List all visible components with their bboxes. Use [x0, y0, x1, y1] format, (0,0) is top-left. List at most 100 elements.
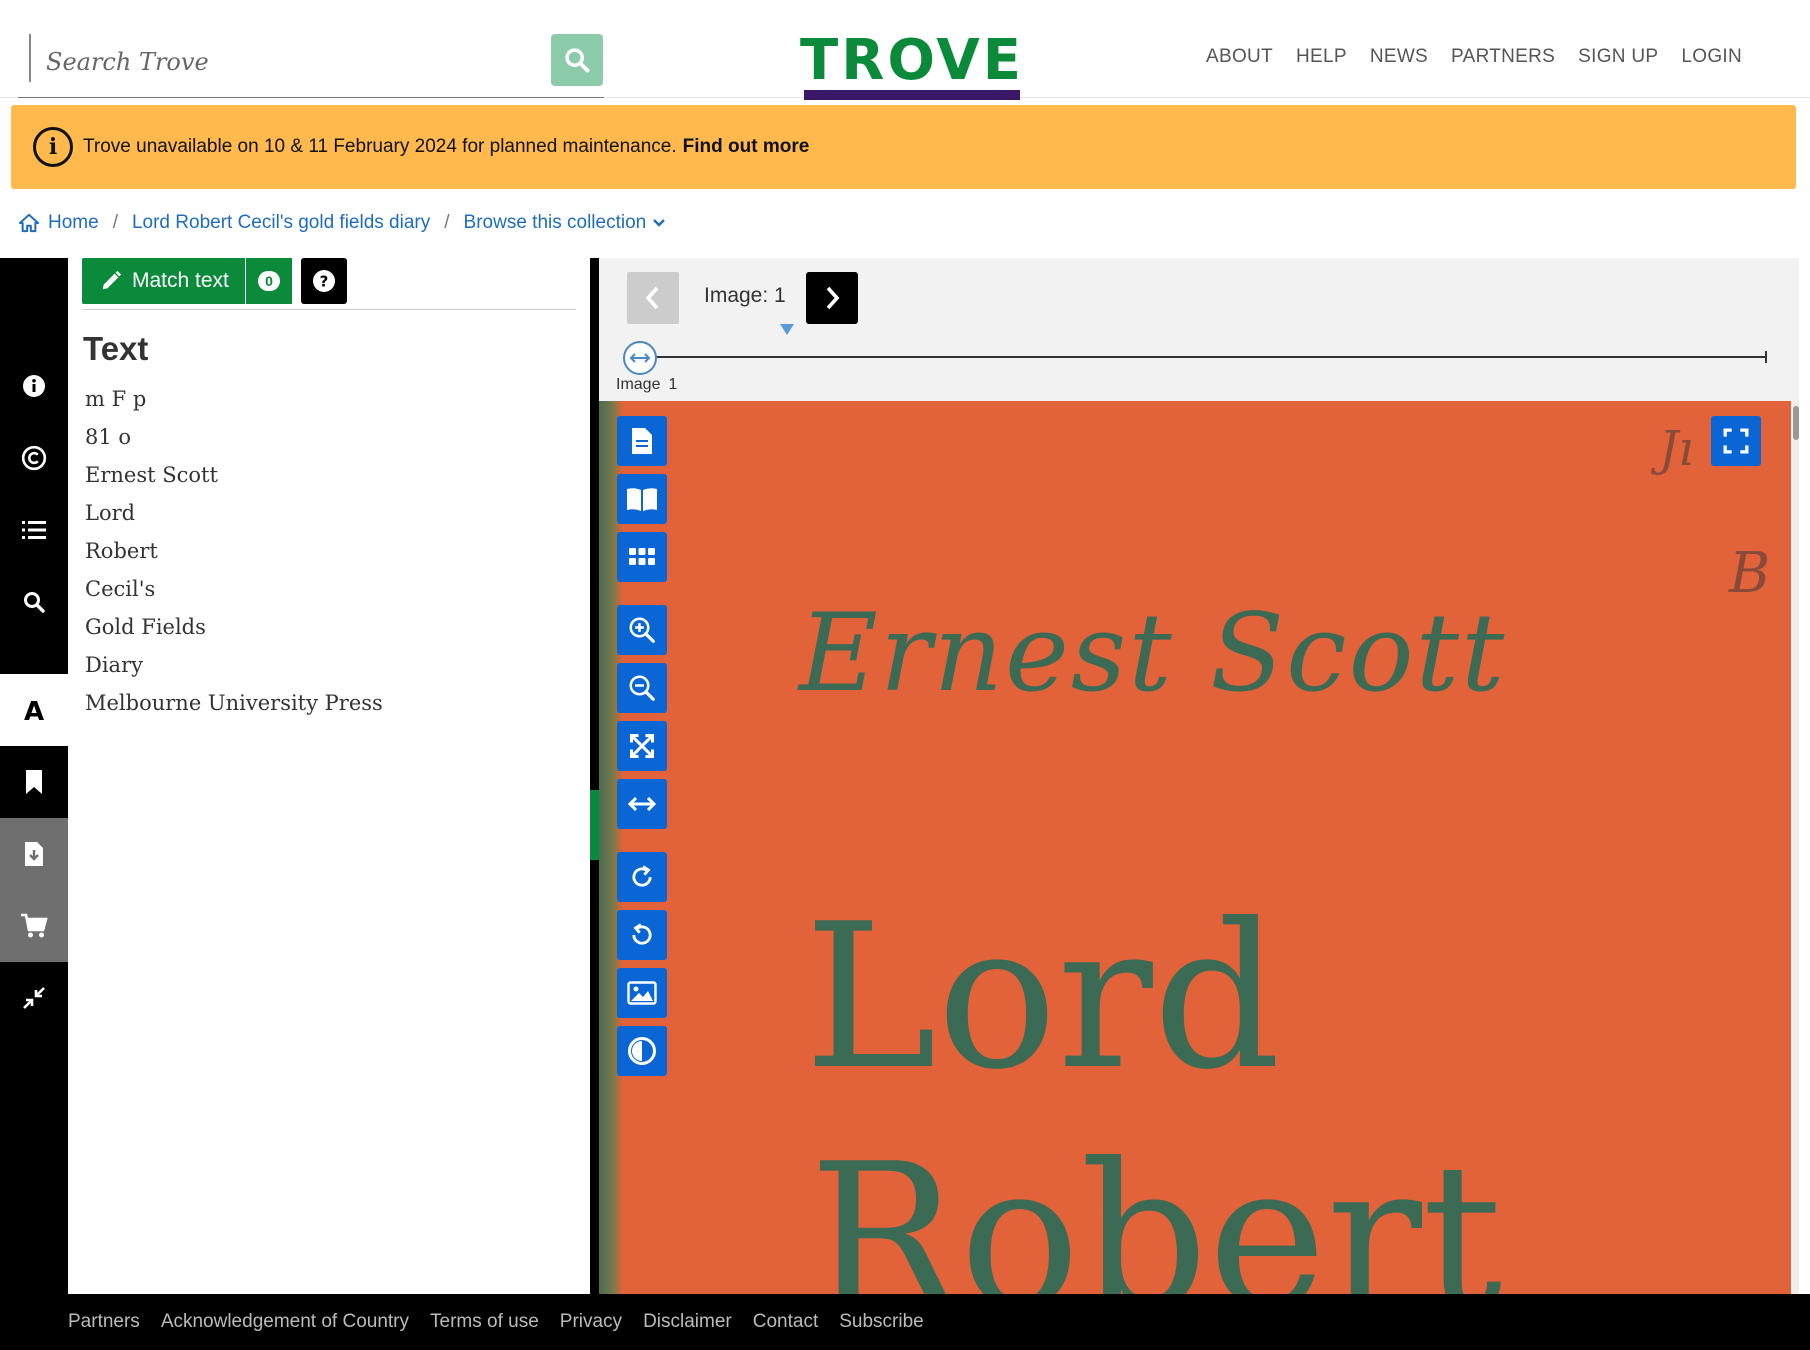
fullscreen-button[interactable]: [1711, 416, 1761, 466]
zoom-in-icon: [629, 617, 655, 643]
sidebar-copyright-button[interactable]: [0, 422, 68, 494]
image-slider-track[interactable]: [641, 356, 1767, 358]
breadcrumb-home[interactable]: Home: [18, 212, 99, 234]
image-slider-end: [1765, 351, 1767, 363]
find-out-more-link[interactable]: Find out more: [683, 136, 810, 158]
match-count: 0: [258, 271, 280, 291]
info-circle-icon: i: [33, 127, 73, 167]
previous-image-button[interactable]: [627, 272, 679, 324]
nav-sign-up[interactable]: SIGN UP: [1578, 46, 1658, 68]
contrast-button[interactable]: [617, 1026, 667, 1076]
image-slider-handle[interactable]: [623, 341, 657, 375]
search-button[interactable]: [551, 34, 603, 86]
home-icon: [18, 213, 40, 233]
site-header: TROVE ABOUT HELP NEWS PARTNERS SIGN UP L…: [0, 0, 1810, 100]
sidebar-info-button[interactable]: [0, 350, 68, 422]
footer-subscribe-link[interactable]: Subscribe: [839, 1311, 924, 1333]
footer-privacy-link[interactable]: Privacy: [560, 1311, 622, 1333]
book-view-button[interactable]: [617, 474, 667, 524]
svg-text:?: ?: [320, 273, 329, 291]
sidebar-text-button[interactable]: A: [0, 674, 68, 746]
panel-resize-divider[interactable]: [590, 258, 599, 1294]
footer-acknowledgement-link[interactable]: Acknowledgement of Country: [161, 1311, 409, 1333]
scan-margin-note: Jı: [1659, 421, 1694, 477]
sidebar-search-button[interactable]: [0, 566, 68, 638]
text-heading: Text: [83, 330, 149, 367]
scan-title-line-1: Lord: [804, 881, 1281, 1114]
svg-text:A: A: [24, 697, 44, 723]
ocr-line: Ernest Scott: [85, 463, 218, 487]
footer-disclaimer-link[interactable]: Disclaimer: [643, 1311, 732, 1333]
scan-title-line-2: Robert: [809, 1121, 1503, 1294]
sidebar-bookmark-button[interactable]: [0, 746, 68, 818]
rotate-right-button[interactable]: [617, 852, 667, 902]
ocr-text: m F p 81 o Ernest Scott Lord Robert Ceci…: [85, 380, 383, 722]
ocr-line: Diary: [85, 653, 143, 677]
viewer-scrollbar[interactable]: [1793, 401, 1799, 1294]
breadcrumb: Home / Lord Robert Cecil's gold fields d…: [18, 212, 666, 234]
nav-partners[interactable]: PARTNERS: [1451, 46, 1555, 68]
nav-login[interactable]: LOGIN: [1681, 46, 1742, 68]
search-bar-edge: [29, 34, 31, 82]
rotate-left-icon: [632, 923, 652, 945]
zoom-out-button[interactable]: [617, 663, 667, 713]
image-slider-caption: Image 1: [616, 376, 677, 394]
main-nav: ABOUT HELP NEWS PARTNERS SIGN UP LOGIN: [1206, 46, 1742, 68]
rotate-left-button[interactable]: [617, 910, 667, 960]
scanned-page-image[interactable]: Ernest Scott Lord Robert Jı B: [599, 401, 1791, 1294]
single-page-view-button[interactable]: [617, 416, 667, 466]
page-icon: [632, 428, 652, 454]
search-icon: [24, 592, 45, 613]
nav-news[interactable]: NEWS: [1370, 46, 1428, 68]
copyright-icon: [21, 445, 47, 471]
breadcrumb-home-label: Home: [48, 212, 99, 233]
search-icon: [565, 48, 590, 73]
sidebar-contents-button[interactable]: [0, 494, 68, 566]
sidebar-cart-button[interactable]: [0, 890, 68, 962]
fit-icon: [629, 733, 655, 759]
image-number-label: Image: 1: [704, 284, 786, 307]
ocr-line: 81 o: [85, 425, 132, 449]
grid-view-button[interactable]: [617, 532, 667, 582]
breadcrumb-separator: /: [444, 212, 450, 233]
footer-terms-link[interactable]: Terms of use: [430, 1311, 539, 1333]
browse-collection-label: Browse this collection: [463, 212, 647, 233]
viewer-scrollbar-thumb[interactable]: [1793, 406, 1799, 440]
image-icon: [627, 981, 657, 1005]
ocr-line: Melbourne University Press: [85, 691, 383, 715]
rotate-right-icon: [632, 865, 652, 887]
scan-margin-note: B: [1729, 541, 1771, 606]
logo-text: TROVE: [800, 28, 1025, 93]
match-text-button[interactable]: Match text: [82, 258, 245, 304]
image-adjust-button[interactable]: [617, 968, 667, 1018]
match-count-badge: 0: [246, 258, 292, 304]
fit-width-icon: [627, 796, 657, 812]
ocr-line: Robert: [85, 539, 158, 563]
download-icon: [25, 842, 43, 866]
nav-help[interactable]: HELP: [1296, 46, 1347, 68]
chevron-right-icon: [826, 286, 840, 310]
sidebar-download-button[interactable]: [0, 818, 68, 890]
breadcrumb-item[interactable]: Lord Robert Cecil's gold fields diary: [132, 212, 430, 234]
nav-about[interactable]: ABOUT: [1206, 46, 1273, 68]
cart-icon: [21, 913, 48, 938]
maintenance-banner: i Trove unavailable on 10 & 11 February …: [11, 105, 1796, 189]
fit-to-screen-button[interactable]: [617, 721, 667, 771]
text-panel: Match text 0 ? Text m F p 81 o Ernest Sc…: [68, 258, 590, 1294]
contrast-icon: [628, 1037, 656, 1065]
help-button[interactable]: ?: [301, 258, 347, 304]
fit-width-button[interactable]: [617, 779, 667, 829]
next-image-button[interactable]: [806, 272, 858, 324]
search-input[interactable]: [46, 40, 546, 84]
footer-partners-link[interactable]: Partners: [68, 1311, 140, 1333]
footer-contact-link[interactable]: Contact: [753, 1311, 818, 1333]
panel-resize-handle[interactable]: [590, 790, 599, 860]
current-image-marker: [780, 324, 794, 335]
grid-icon: [629, 548, 655, 565]
book-icon: [627, 488, 657, 511]
browse-collection-dropdown[interactable]: Browse this collection: [464, 212, 667, 234]
slider-caption-label: Image: [616, 376, 661, 393]
trove-logo[interactable]: TROVE: [800, 30, 1022, 102]
sidebar-collapse-button[interactable]: [0, 962, 68, 1034]
zoom-in-button[interactable]: [617, 605, 667, 655]
